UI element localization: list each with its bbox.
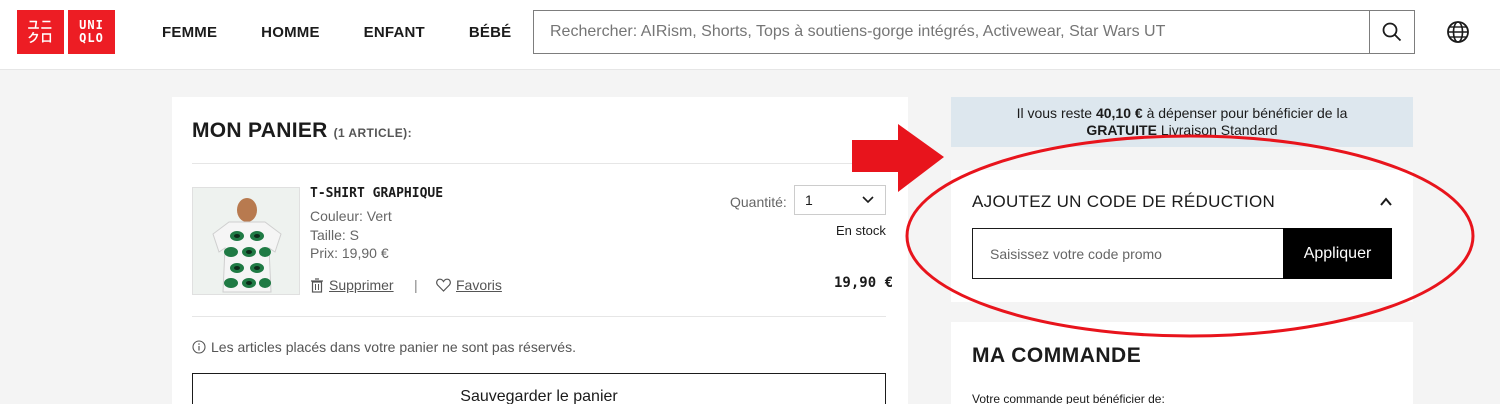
promo-placeholder: Saisissez votre code promo	[990, 246, 1162, 262]
search-button[interactable]	[1369, 11, 1414, 53]
shipping-pre: Il vous reste	[1016, 105, 1096, 121]
cart-title-text: MON PANIER	[192, 119, 328, 142]
favorite-button[interactable]: Favoris	[436, 277, 502, 293]
search-input[interactable]: Rechercher: AIRism, Shorts, Tops à souti…	[550, 23, 1165, 41]
nav-femme[interactable]: FEMME	[162, 24, 217, 41]
divider	[192, 316, 886, 317]
cart-notice: Les articles placés dans votre panier ne…	[192, 339, 576, 355]
shipping-free: GRATUITE	[1086, 122, 1157, 138]
quantity-value: 1	[805, 192, 813, 208]
line-total: 19,90 €	[834, 275, 894, 291]
logo-katakana: ユニ クロ	[17, 10, 64, 54]
logo-line-4: QLO	[79, 31, 104, 45]
shipping-amount: 40,10 €	[1095, 105, 1143, 121]
product-name[interactable]: T-SHIRT GRAPHIQUE	[310, 186, 443, 201]
site-header: ユニ クロ UNI QLO FEMME HOMME ENFANT BÉBÉ Re…	[0, 0, 1500, 70]
delete-label: Supprimer	[329, 277, 394, 293]
nav-bebe[interactable]: BÉBÉ	[469, 24, 511, 41]
favorite-label: Favoris	[456, 277, 502, 293]
promo-code-panel: AJOUTEZ UN CODE DE RÉDUCTION Saisissez v…	[951, 170, 1413, 302]
delete-button[interactable]: Supprimer	[310, 277, 394, 293]
main-nav: FEMME HOMME ENFANT BÉBÉ	[162, 24, 555, 41]
logo-latin: UNI QLO	[68, 10, 115, 54]
product-price: Prix: 19,90 €	[310, 245, 389, 261]
trash-icon	[311, 277, 323, 293]
save-cart-label: Sauvegarder le panier	[460, 388, 618, 404]
order-subtitle: Votre commande peut bénéficier de:	[972, 392, 1165, 404]
apply-promo-button[interactable]: Appliquer	[1283, 228, 1392, 279]
search-icon	[1382, 22, 1402, 42]
promo-title[interactable]: AJOUTEZ UN CODE DE RÉDUCTION	[972, 192, 1275, 212]
promo-code-input[interactable]: Saisissez votre code promo	[972, 228, 1283, 279]
divider	[192, 163, 886, 164]
shipping-post: à dépenser pour bénéficier de la	[1142, 105, 1348, 121]
cart-notice-text: Les articles placés dans votre panier ne…	[211, 339, 576, 355]
order-title: MA COMMANDE	[972, 344, 1142, 367]
save-cart-button[interactable]: Sauvegarder le panier	[192, 373, 886, 404]
product-size: Taille: S	[310, 227, 360, 243]
shipping-line-2: GRATUITE Livraison Standard	[951, 122, 1413, 139]
uniqlo-logo[interactable]: ユニ クロ UNI QLO	[17, 10, 115, 54]
shipping-type: Livraison Standard	[1156, 122, 1278, 138]
info-icon	[192, 340, 206, 354]
apply-label: Appliquer	[1303, 244, 1372, 262]
chevron-up-icon[interactable]	[1379, 196, 1393, 208]
cart-count: (1 ARTICLE):	[333, 126, 412, 140]
nav-homme[interactable]: HOMME	[261, 24, 320, 41]
shipping-line-1: Il vous reste 40,10 € à dépenser pour bé…	[951, 105, 1413, 122]
stock-status: En stock	[836, 223, 886, 238]
quantity-select[interactable]: 1	[794, 185, 886, 215]
cart-panel: MON PANIER (1 ARTICLE): T-SHIRT GRAPHIQUE…	[172, 97, 908, 404]
quantity-label: Quantité:	[730, 194, 787, 210]
free-shipping-banner: Il vous reste 40,10 € à dépenser pour bé…	[951, 97, 1413, 147]
product-thumbnail	[193, 188, 299, 294]
heart-icon	[436, 278, 451, 292]
nav-enfant[interactable]: ENFANT	[364, 24, 425, 41]
search-bar[interactable]: Rechercher: AIRism, Shorts, Tops à souti…	[533, 10, 1415, 54]
product-color: Couleur: Vert	[310, 208, 392, 224]
chevron-down-icon	[862, 196, 874, 204]
globe-icon[interactable]	[1446, 20, 1470, 44]
logo-line-2: クロ	[27, 31, 54, 45]
product-image[interactable]	[192, 187, 300, 295]
order-summary: MA COMMANDE Votre commande peut bénéfici…	[951, 322, 1413, 404]
cart-title: MON PANIER (1 ARTICLE):	[192, 119, 412, 143]
action-separator: |	[414, 277, 418, 293]
